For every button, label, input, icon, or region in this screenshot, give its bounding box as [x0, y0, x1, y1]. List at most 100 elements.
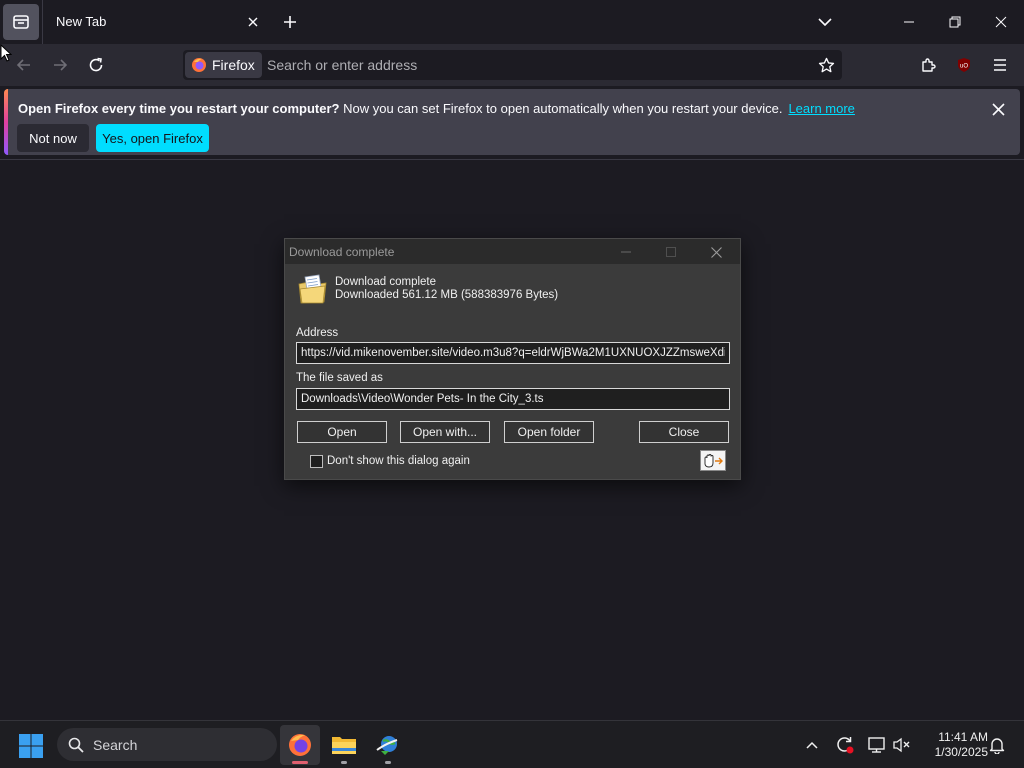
tab-close-button[interactable]: [244, 13, 262, 31]
content-divider: [0, 159, 1024, 160]
open-with-button[interactable]: Open with...: [400, 421, 490, 443]
star-icon: [818, 57, 834, 72]
yes-open-firefox-button[interactable]: Yes, open Firefox: [96, 124, 209, 152]
dialog-body: Download complete Downloaded 561.12 MB (…: [285, 264, 740, 479]
reload-button[interactable]: [81, 50, 111, 80]
chevron-up-icon: [806, 741, 818, 749]
dialog-title: Download complete: [289, 245, 395, 259]
app-menu-button[interactable]: [985, 50, 1015, 80]
extensions-button[interactable]: [913, 50, 943, 80]
back-button[interactable]: [9, 50, 39, 80]
learn-more-link[interactable]: Learn more: [788, 101, 854, 116]
arrow-left-icon: [16, 59, 30, 71]
ublock-origin-button[interactable]: uO: [949, 50, 979, 80]
clock-time: 11:41 AM: [938, 730, 988, 744]
close-icon: [995, 16, 1007, 28]
minimize-icon: [904, 21, 914, 23]
identity-box[interactable]: Firefox: [185, 52, 262, 78]
close-icon: [710, 246, 722, 258]
taskbar-download-manager-button[interactable]: [368, 725, 408, 765]
dialog-minimize-button[interactable]: [611, 241, 641, 263]
download-size-summary: Downloaded 561.12 MB (588383976 Bytes): [335, 289, 559, 301]
notifications-button[interactable]: [986, 734, 1008, 756]
notification-close-button[interactable]: [988, 99, 1008, 119]
saved-as-label: The file saved as: [296, 372, 383, 384]
notification-body: Now you can set Firefox to open automati…: [343, 101, 783, 116]
extension-badge: uO: [960, 64, 968, 70]
mouse-cursor-icon: [0, 44, 12, 62]
monitor-network-icon: [868, 737, 885, 753]
hamburger-menu-icon: [994, 59, 1006, 71]
minimize-button[interactable]: [886, 0, 932, 44]
download-complete-dialog: Download complete Download complete Down…: [284, 238, 741, 480]
saved-as-field[interactable]: [296, 388, 730, 410]
tab-strip: New Tab: [0, 0, 1024, 44]
globe-download-icon: [376, 736, 398, 755]
taskbar-search-box[interactable]: Search: [57, 728, 277, 761]
chevron-down-icon: [818, 18, 832, 26]
ublock-shield-icon: uO: [958, 58, 970, 72]
drag-file-button[interactable]: [700, 450, 726, 471]
bookmark-button[interactable]: [816, 55, 836, 75]
windows-taskbar: Search 11:41 AM 1/30/2025: [0, 720, 1024, 768]
reload-icon: [89, 57, 103, 72]
search-label: Search: [93, 736, 138, 753]
dialog-heading: Download complete: [335, 276, 437, 288]
taskbar-clock[interactable]: 11:41 AM 1/30/2025: [918, 730, 988, 760]
navigation-toolbar: Firefox uO: [0, 44, 1024, 86]
window-close-button[interactable]: [978, 0, 1024, 44]
address-label: Address: [296, 327, 339, 339]
dialog-maximize-button[interactable]: [656, 241, 686, 263]
dialog-titlebar[interactable]: Download complete: [285, 239, 740, 264]
notification-title: Open Firefox every time you restart your…: [18, 101, 340, 116]
plus-icon: [284, 16, 296, 28]
taskbar-firefox-button[interactable]: [280, 725, 320, 765]
dialog-close-button[interactable]: [701, 241, 731, 263]
windows-start-icon[interactable]: [18, 733, 44, 759]
list-all-tabs-button[interactable]: [812, 10, 838, 34]
dont-show-again-checkbox[interactable]: [310, 455, 323, 468]
minimize-icon: [621, 251, 631, 253]
close-button[interactable]: Close: [639, 421, 729, 443]
address-input[interactable]: [267, 50, 807, 80]
firefox-logo-icon: [192, 58, 206, 72]
open-button[interactable]: Open: [297, 421, 387, 443]
update-status-tray-icon[interactable]: [834, 734, 856, 756]
new-tab-button[interactable]: [278, 10, 302, 34]
maximize-icon: [666, 247, 676, 257]
restore-button[interactable]: [932, 0, 978, 44]
taskbar-file-explorer-button[interactable]: [324, 725, 364, 765]
show-hidden-icons-button[interactable]: [801, 734, 823, 756]
close-icon: [248, 17, 258, 27]
bell-icon: [989, 738, 1005, 754]
not-now-button[interactable]: Not now: [17, 124, 89, 152]
hand-drag-icon: [704, 453, 723, 467]
firefox-view-button[interactable]: [3, 4, 39, 40]
firefox-logo-icon: [289, 734, 311, 756]
network-tray-icon[interactable]: [866, 734, 888, 756]
dont-show-again-label[interactable]: Don't show this dialog again: [327, 455, 470, 467]
folder-document-icon: [298, 274, 327, 304]
identity-label: Firefox: [212, 57, 255, 73]
active-app-indicator: [292, 761, 308, 764]
default-browser-notification: Open Firefox every time you restart your…: [4, 89, 1020, 155]
close-icon: [991, 102, 1005, 116]
clock-date: 1/30/2025: [934, 745, 988, 759]
search-icon: [67, 736, 85, 754]
restore-icon: [949, 16, 961, 28]
volume-tray-icon[interactable]: [891, 734, 913, 756]
folder-icon: [332, 737, 356, 754]
address-field[interactable]: [296, 342, 730, 364]
tab-title: New Tab: [56, 14, 107, 29]
forward-button[interactable]: [45, 50, 75, 80]
url-bar[interactable]: Firefox: [183, 50, 842, 80]
sync-alert-icon: [837, 737, 854, 754]
running-app-indicator: [341, 761, 347, 764]
open-folder-button[interactable]: Open folder: [504, 421, 594, 443]
firefox-view-icon: [13, 15, 29, 29]
speaker-muted-icon: [893, 737, 910, 753]
tab-new-tab[interactable]: New Tab: [42, 0, 270, 44]
notification-accent-stripe: [4, 89, 8, 155]
notification-message: Open Firefox every time you restart your…: [18, 101, 855, 116]
puzzle-icon: [922, 58, 936, 72]
